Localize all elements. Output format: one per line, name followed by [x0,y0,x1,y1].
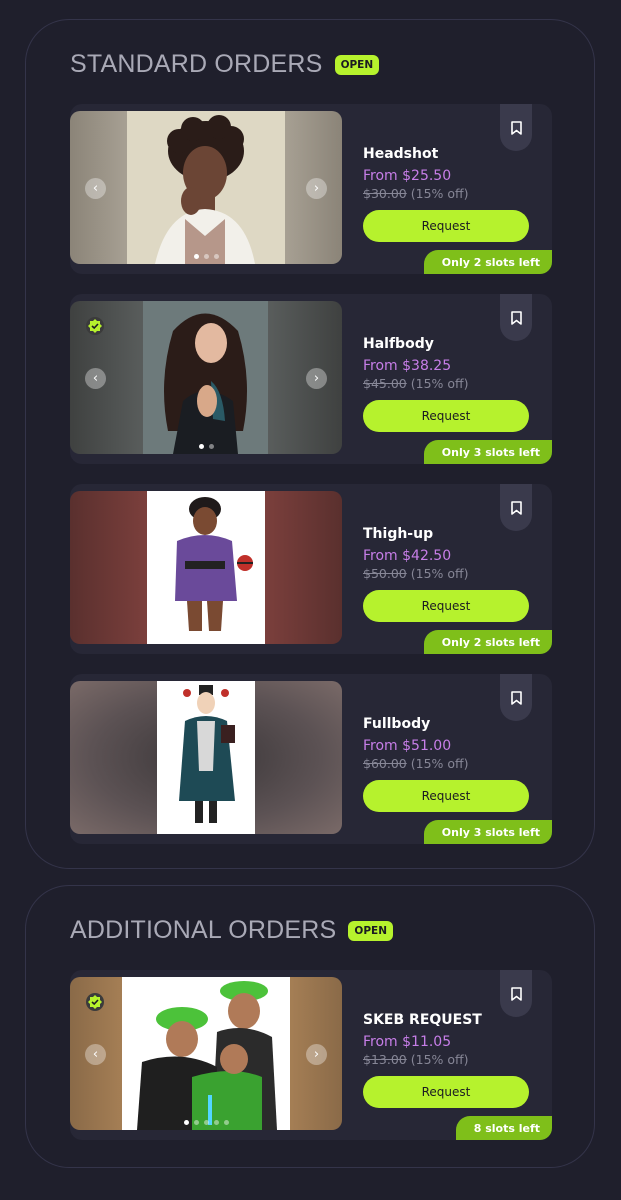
chevron-right-icon: › [313,1047,320,1062]
carousel-dot[interactable] [223,1120,229,1125]
carousel-dot[interactable] [203,1120,209,1125]
bookmark-icon [510,120,522,135]
artwork-image [157,681,255,834]
carousel-prev-button[interactable]: ‹ [85,178,106,199]
original-price-value: $45.00 [363,376,407,391]
section-title: ADDITIONAL ORDERS [70,916,337,944]
carousel-dot[interactable] [213,1120,219,1125]
bookmark-button[interactable] [500,294,532,341]
chevron-right-icon: › [313,181,320,196]
chevron-left-icon: ‹ [92,1047,99,1062]
chevron-left-icon: ‹ [92,181,99,196]
request-button[interactable]: Request [363,1076,529,1108]
bookmark-icon [510,690,522,705]
artwork-image [122,977,290,1130]
original-price-value: $50.00 [363,566,407,581]
carousel-indicators [70,444,342,449]
card-price: From $11.05 [363,1034,452,1050]
chevron-right-icon: › [313,371,320,386]
discount-label: (15% off) [410,186,469,201]
carousel-prev-button[interactable]: ‹ [85,368,106,389]
artwork-image [143,301,268,454]
carousel-dot[interactable] [208,444,214,449]
request-button[interactable]: Request [363,210,529,242]
image-carousel[interactable]: ‹ › [70,111,342,264]
image-carousel[interactable] [70,491,342,644]
discount-label: (15% off) [410,566,469,581]
carousel-dot[interactable] [198,444,204,449]
request-button[interactable]: Request [363,780,529,812]
discount-label: (15% off) [410,1052,469,1067]
card-original-price: $13.00 (15% off) [363,1052,533,1067]
card-info: Headshot From $25.50 $30.00 (15% off) [363,146,533,201]
order-card-thigh-up[interactable]: Thigh-up From $42.50 $50.00 (15% off) Re… [70,484,552,654]
verified-check-icon [86,317,104,335]
order-card-fullbody[interactable]: Fullbody From $51.00 $60.00 (15% off) Re… [70,674,552,844]
card-price: From $51.00 [363,738,452,754]
request-button[interactable]: Request [363,590,529,622]
image-carousel[interactable]: ‹ › [70,301,342,454]
card-info: Fullbody From $51.00 $60.00 (15% off) [363,716,533,771]
bookmark-icon [510,500,522,515]
card-price: From $25.50 [363,168,452,184]
chevron-left-icon: ‹ [92,371,99,386]
card-info: Halfbody From $38.25 $45.00 (15% off) [363,336,533,391]
artwork-image [127,111,285,264]
discount-label: (15% off) [410,376,469,391]
carousel-next-button[interactable]: › [306,1044,327,1065]
slots-left-badge: Only 2 slots left [423,630,552,654]
open-status-badge: OPEN [334,54,380,75]
verified-check-icon [86,993,104,1011]
carousel-indicators [70,254,342,259]
carousel-dot[interactable] [183,1120,189,1125]
bookmark-button[interactable] [500,970,532,1017]
bookmark-icon [510,986,522,1001]
card-original-price: $60.00 (15% off) [363,756,533,771]
card-info: SKEB REQUEST From $11.05 $13.00 (15% off… [363,1012,533,1067]
carousel-dot[interactable] [193,1120,199,1125]
standard-orders-section: STANDARD ORDERS OPEN ‹ › Headshot From $… [25,19,595,869]
bookmark-button[interactable] [500,104,532,151]
carousel-next-button[interactable]: › [306,368,327,389]
card-price: From $42.50 [363,548,452,564]
carousel-dot[interactable] [203,254,209,259]
bookmark-button[interactable] [500,674,532,721]
carousel-next-button[interactable]: › [306,178,327,199]
bookmark-icon [510,310,522,325]
card-original-price: $50.00 (15% off) [363,566,533,581]
card-original-price: $45.00 (15% off) [363,376,533,391]
order-card-halfbody[interactable]: ‹ › Halfbody From $38.25 $45.00 (15% off… [70,294,552,464]
artwork-image [147,491,265,644]
slots-left-badge: Only 2 slots left [423,250,552,274]
original-price-value: $30.00 [363,186,407,201]
order-card-headshot[interactable]: ‹ › Headshot From $25.50 $30.00 (15% off… [70,104,552,274]
discount-label: (15% off) [410,756,469,771]
request-button[interactable]: Request [363,400,529,432]
slots-left-badge: Only 3 slots left [423,820,552,844]
original-price-value: $13.00 [363,1052,407,1067]
carousel-prev-button[interactable]: ‹ [85,1044,106,1065]
slots-left-badge: Only 3 slots left [423,440,552,464]
original-price-value: $60.00 [363,756,407,771]
card-info: Thigh-up From $42.50 $50.00 (15% off) [363,526,533,581]
image-carousel[interactable]: ‹ › [70,977,342,1130]
open-status-badge: OPEN [348,920,393,941]
image-carousel[interactable] [70,681,342,834]
slots-left-badge: 8 slots left [455,1116,552,1140]
order-card-skeb-request[interactable]: ‹ › SKEB REQUEST From $11.05 $13.00 (15%… [70,970,552,1140]
section-header: STANDARD ORDERS OPEN [70,50,380,79]
section-title: STANDARD ORDERS [70,50,323,78]
carousel-indicators [70,1120,342,1125]
card-price: From $38.25 [363,358,452,374]
carousel-dot[interactable] [193,254,199,259]
card-original-price: $30.00 (15% off) [363,186,533,201]
carousel-dot[interactable] [213,254,219,259]
section-header: ADDITIONAL ORDERS OPEN [70,916,393,945]
additional-orders-section: ADDITIONAL ORDERS OPEN ‹ › SKEB REQUEST … [25,885,595,1168]
bookmark-button[interactable] [500,484,532,531]
